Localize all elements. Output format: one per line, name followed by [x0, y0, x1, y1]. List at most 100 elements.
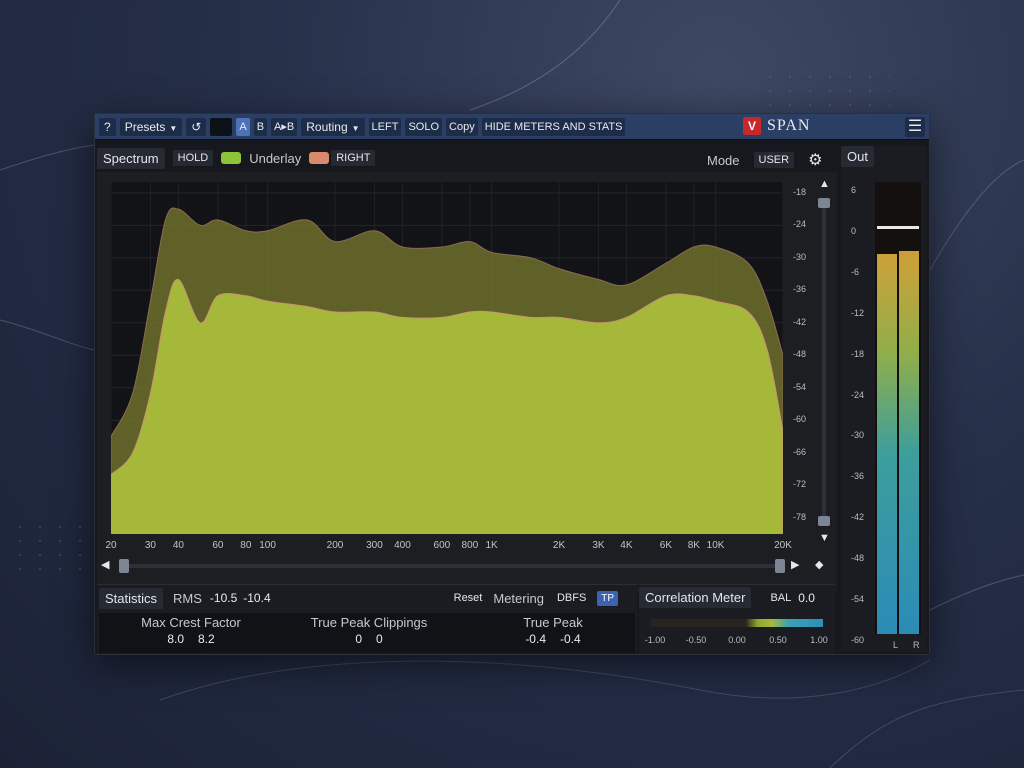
true-peak-clippings: True Peak Clippings 00 — [299, 615, 439, 646]
correlation-tick-label: 1.00 — [810, 635, 828, 645]
db-tick-label: -30 — [793, 251, 807, 262]
tab-correlation-meter[interactable]: Correlation Meter — [639, 587, 752, 608]
output-db-tick-label: -48 — [851, 553, 865, 564]
output-db-tick-label: -6 — [851, 266, 860, 277]
frequency-tick-label: 300 — [366, 540, 383, 551]
scroll-down-arrow-icon[interactable]: ▼ — [819, 532, 830, 544]
span-plugin-window: ? Presets ▼ ↺ A B A▸B Routing ▼ LEFT SOLO … — [94, 113, 930, 655]
balance-toggle[interactable]: BAL — [765, 590, 796, 606]
gear-icon[interactable]: ⚙ — [808, 150, 822, 170]
voxengo-logo-icon: V — [743, 117, 761, 135]
left-button[interactable]: LEFT — [368, 117, 402, 136]
horizontal-scroll-handle-left[interactable] — [119, 559, 129, 573]
frequency-tick-label: 600 — [433, 540, 451, 551]
db-tick-label: -18 — [793, 186, 807, 197]
output-db-tick-label: -30 — [851, 430, 865, 441]
metering-label: Metering — [493, 590, 544, 606]
tab-statistics[interactable]: Statistics — [99, 587, 164, 609]
frequency-tick-label: 30 — [144, 540, 156, 551]
true-peak-toggle[interactable]: TP — [597, 590, 619, 606]
db-scale: -18 -24 -30 -36 -42 -48 -54 -60 -66 -72 -78 — [789, 172, 817, 542]
scroll-left-arrow-icon[interactable]: ◀ — [101, 558, 109, 571]
mode-label: Mode — [707, 152, 740, 168]
correlation-tick-label: 0.50 — [769, 635, 787, 645]
output-db-tick-label: -54 — [851, 594, 865, 605]
routing-label: Routing — [306, 119, 348, 134]
spectrum-panel: -18 -24 -30 -36 -42 -48 -54 -60 -66 -72 -78 ▲ ▼ 20… — [97, 172, 837, 592]
copy-a-to-b-button[interactable]: A▸B — [271, 117, 298, 136]
presets-label: Presets — [124, 119, 166, 134]
frequency-tick-label: 20K — [774, 540, 792, 551]
true-peak-title: True Peak — [523, 615, 583, 630]
true-peak: True Peak -0.4 -0.4 — [513, 615, 593, 646]
frequency-axis: 20 30 40 60 80 100 200 300 400 600 800 1K 2K 3K 4K 6K 8K… — [105, 540, 791, 556]
hold-toggle[interactable]: HOLD — [172, 150, 214, 166]
statistics-header: Statistics RMS -10.5 -10.4 Reset Meterin… — [97, 587, 637, 609]
db-tick-label: -72 — [793, 479, 807, 490]
preset-name-field[interactable] — [210, 117, 233, 136]
rms-label: RMS — [173, 590, 202, 606]
correlation-tick-label: -0.50 — [685, 635, 707, 645]
toolbar: ? Presets ▼ ↺ A B A▸B Routing ▼ LEFT SOLO … — [95, 114, 929, 140]
peak-right-value: -0.4 — [560, 632, 581, 646]
chevron-down-icon: ▼ — [351, 123, 360, 133]
undo-button[interactable]: ↺ — [186, 117, 207, 136]
correlation-meter-bar — [651, 619, 823, 627]
horizontal-scroll-handle-right[interactable] — [775, 559, 785, 573]
output-level-meter — [875, 182, 921, 634]
vertical-scrollbar[interactable]: ▲ ▼ — [817, 178, 831, 544]
presets-dropdown[interactable]: Presets ▼ — [119, 117, 183, 136]
metering-mode-selector[interactable]: DBFS — [552, 590, 591, 606]
mode-selector[interactable]: USER — [753, 152, 795, 168]
reset-button[interactable]: Reset — [449, 590, 488, 606]
peak-left-value: -0.4 — [525, 632, 546, 646]
routing-dropdown[interactable]: Routing ▼ — [301, 117, 365, 136]
reset-zoom-diamond-icon[interactable]: ◆ — [815, 558, 823, 571]
hold-color-swatch[interactable] — [221, 152, 242, 164]
horizontal-scrollbar[interactable]: ◀ ▶ ◆ — [101, 558, 823, 574]
scroll-right-arrow-icon[interactable]: ▶ — [791, 558, 799, 571]
frequency-tick-label: 80 — [240, 540, 252, 551]
db-tick-label: -54 — [793, 381, 807, 392]
state-b-button[interactable]: B — [253, 117, 268, 136]
frequency-tick-label: 8K — [687, 540, 700, 551]
correlation-panel: Correlation Meter BAL 0.0 -1.00 -0.50 0.00… — [639, 584, 835, 654]
copy-button[interactable]: Copy — [446, 117, 478, 136]
db-tick-label: -60 — [793, 414, 807, 425]
vertical-scroll-handle-top[interactable] — [818, 198, 830, 208]
output-db-tick-label: -12 — [851, 307, 865, 318]
clip-right-value: 0 — [376, 632, 383, 646]
output-db-tick-label: 0 — [851, 225, 857, 236]
hide-meters-button[interactable]: HIDE METERS AND STATS — [481, 117, 626, 136]
state-a-button[interactable]: A — [236, 117, 250, 136]
frequency-tick-label: 40 — [172, 540, 184, 551]
db-tick-label: -24 — [793, 219, 807, 230]
output-db-tick-label: 6 — [851, 185, 857, 195]
output-db-tick-label: -42 — [851, 512, 865, 523]
frequency-tick-label: 800 — [461, 540, 479, 551]
crest-left-value: 8.0 — [167, 632, 184, 646]
output-db-scale: 6 0 -6 -12 -18 -24 -30 -36 -42 -48 -54 -60 — [845, 184, 869, 645]
db-tick-label: -36 — [793, 284, 807, 295]
right-color-swatch[interactable] — [309, 152, 330, 164]
frequency-tick-label: 400 — [394, 540, 411, 551]
horizontal-scroll-track[interactable] — [129, 564, 779, 568]
solo-button[interactable]: SOLO — [405, 117, 443, 136]
tab-spectrum[interactable]: Spectrum — [97, 147, 165, 169]
peak-hold-line — [877, 225, 919, 229]
spectrum-display[interactable] — [111, 182, 783, 534]
scroll-up-arrow-icon[interactable]: ▲ — [819, 178, 830, 190]
crest-right-value: 8.2 — [198, 632, 215, 646]
frequency-tick-label: 3K — [592, 540, 605, 551]
menu-icon[interactable]: ☰ — [905, 117, 925, 137]
vertical-scroll-handle-bottom[interactable] — [818, 516, 830, 526]
tab-out[interactable]: Out — [841, 146, 874, 167]
output-db-tick-label: -36 — [851, 471, 865, 482]
vertical-scroll-track[interactable] — [822, 202, 826, 526]
hold-spectrum-area — [111, 278, 783, 534]
correlation-tick-label: 0.00 — [728, 635, 746, 645]
help-button[interactable]: ? — [99, 117, 116, 136]
right-channel-toggle[interactable]: RIGHT — [331, 150, 376, 166]
output-db-tick-label: -60 — [851, 635, 865, 645]
logo-text: SPAN — [767, 117, 811, 134]
